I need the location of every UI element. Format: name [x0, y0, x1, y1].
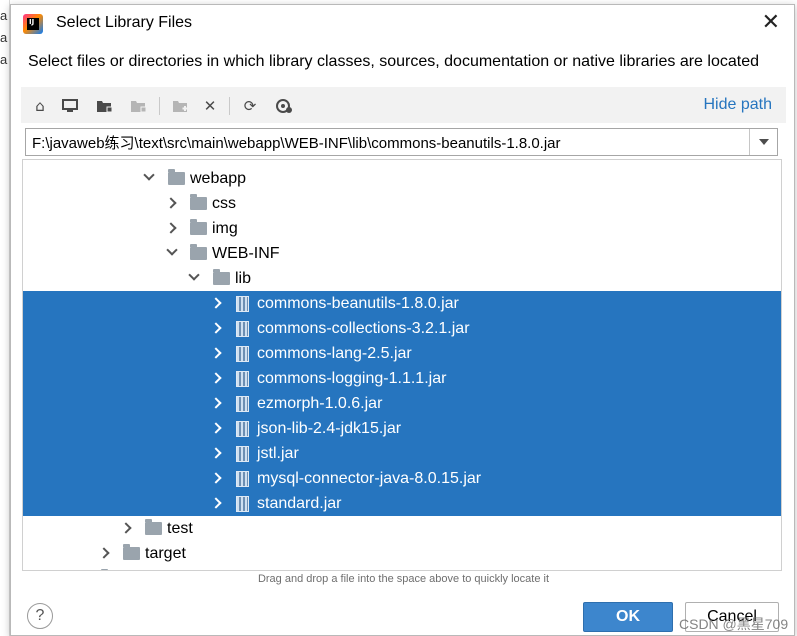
tree-node-test[interactable]: test: [23, 516, 781, 541]
toolbar-separator: [159, 97, 160, 115]
chevron-right-icon[interactable]: [165, 197, 177, 209]
home-icon[interactable]: ⌂: [29, 95, 51, 117]
tree-node-jar[interactable]: standard.jar: [23, 491, 781, 516]
tree-node-jar[interactable]: commons-beanutils-1.8.0.jar: [23, 291, 781, 316]
hide-path-link[interactable]: Hide path: [704, 96, 773, 114]
tree-node-label: commons-lang-2.5.jar: [257, 345, 412, 362]
title-bar: IJ Select Library Files ✕: [11, 5, 794, 43]
folder-icon: [190, 194, 207, 210]
tree-node-label: webapp: [190, 170, 247, 187]
tree-node-label: ezmorph-1.0.6.jar: [257, 395, 383, 412]
tree-node-css[interactable]: css: [23, 191, 781, 216]
toolbar-separator: [229, 97, 230, 115]
chevron-down-icon[interactable]: [166, 244, 178, 256]
tree-node-lib[interactable]: lib: [23, 266, 781, 291]
chevron-right-icon[interactable]: [210, 372, 222, 384]
tree-node-web-inf[interactable]: WEB-INF: [23, 241, 781, 266]
new-folder-icon[interactable]: [169, 95, 191, 117]
desktop-icon[interactable]: [59, 95, 81, 117]
tree-node-label: mysql-connector-java-8.0.15.jar: [257, 470, 482, 487]
chevron-down-icon[interactable]: [143, 169, 155, 181]
jar-icon: [236, 446, 249, 462]
tree-node-jar[interactable]: commons-collections-3.2.1.jar: [23, 316, 781, 341]
file-chooser-toolbar: ⌂ ✕ ⟳ Hide path: [21, 87, 786, 123]
jar-icon: [236, 371, 249, 387]
tree-node-label: commons-beanutils-1.8.0.jar: [257, 295, 459, 312]
tree-scrollbar[interactable]: [768, 570, 775, 571]
jar-icon: [236, 471, 249, 487]
jar-icon: [236, 346, 249, 362]
tree-node-label: lib: [235, 270, 252, 287]
tree-node-jar[interactable]: mysql-connector-java-8.0.15.jar: [23, 466, 781, 491]
tree-node-webapp[interactable]: webapp: [23, 166, 781, 191]
tree-node-target[interactable]: target: [23, 541, 781, 566]
module-folder-icon[interactable]: [127, 95, 149, 117]
chevron-right-icon[interactable]: [210, 397, 222, 409]
tree-node-label: standard.jar: [257, 495, 342, 512]
tree-node-jar[interactable]: json-lib-2.4-jdk15.jar: [23, 416, 781, 441]
tree-node-jar[interactable]: ezmorph-1.0.6.jar: [23, 391, 781, 416]
folder-icon: [190, 219, 207, 235]
chevron-right-icon[interactable]: [120, 522, 132, 534]
refresh-icon[interactable]: ⟳: [239, 95, 261, 117]
path-history-dropdown-icon[interactable]: [749, 129, 777, 155]
file-tree[interactable]: webapp css img WEB-INF lib commons-beanu…: [22, 159, 782, 571]
show-hidden-icon[interactable]: [273, 95, 295, 117]
chevron-right-icon[interactable]: [98, 547, 110, 559]
cancel-button[interactable]: Cancel: [685, 602, 779, 632]
tree-node-label: css: [212, 195, 236, 212]
jar-icon: [236, 296, 249, 312]
chevron-right-icon[interactable]: [165, 222, 177, 234]
dialog-title: Select Library Files: [56, 14, 193, 31]
drag-drop-hint: Drag and drop a file into the space abov…: [257, 573, 550, 585]
ok-button[interactable]: OK: [583, 602, 673, 632]
chevron-right-icon[interactable]: [210, 497, 222, 509]
tree-node-label: commons-logging-1.1.1.jar: [257, 370, 447, 387]
tree-node-label: img: [212, 220, 238, 237]
folder-icon: [123, 544, 140, 560]
tree-node-img[interactable]: img: [23, 216, 781, 241]
tree-node-jar[interactable]: commons-lang-2.5.jar: [23, 341, 781, 366]
delete-icon[interactable]: ✕: [199, 95, 221, 117]
chevron-right-icon[interactable]: [210, 297, 222, 309]
chevron-down-icon[interactable]: [188, 269, 200, 281]
tree-node-jar[interactable]: commons-logging-1.1.1.jar: [23, 366, 781, 391]
tree-node-partial[interactable]: [23, 566, 781, 570]
tree-node-jar[interactable]: jstl.jar: [23, 441, 781, 466]
tree-node-label: test: [167, 520, 193, 537]
jar-icon: [236, 396, 249, 412]
tree-node-label: commons-collections-3.2.1.jar: [257, 320, 470, 337]
folder-icon: [145, 519, 162, 535]
project-folder-icon[interactable]: [93, 95, 115, 117]
folder-icon: [213, 269, 230, 285]
tree-node-label: json-lib-2.4-jdk15.jar: [257, 420, 402, 437]
folder-icon: [168, 169, 185, 185]
chevron-right-icon[interactable]: [210, 472, 222, 484]
tree-node-label: WEB-INF: [212, 245, 280, 262]
close-icon[interactable]: ✕: [762, 11, 780, 35]
jar-icon: [236, 421, 249, 437]
jar-icon: [236, 321, 249, 337]
intellij-logo-icon: IJ: [23, 14, 43, 34]
tree-node-label: target: [145, 545, 186, 562]
help-button[interactable]: ?: [27, 603, 53, 629]
dialog-description: Select files or directories in which lib…: [28, 53, 759, 70]
chevron-right-icon[interactable]: [210, 322, 222, 334]
path-input[interactable]: [26, 129, 748, 155]
path-field: [25, 128, 778, 156]
background-editor-gutter: a a a: [0, 0, 10, 636]
folder-icon: [190, 244, 207, 260]
chevron-right-icon[interactable]: [210, 447, 222, 459]
tree-node-label: jstl.jar: [257, 445, 299, 462]
chevron-right-icon[interactable]: [210, 347, 222, 359]
jar-icon: [236, 496, 249, 512]
chevron-right-icon[interactable]: [210, 422, 222, 434]
select-library-files-dialog: IJ Select Library Files ✕ Select files o…: [10, 4, 795, 636]
